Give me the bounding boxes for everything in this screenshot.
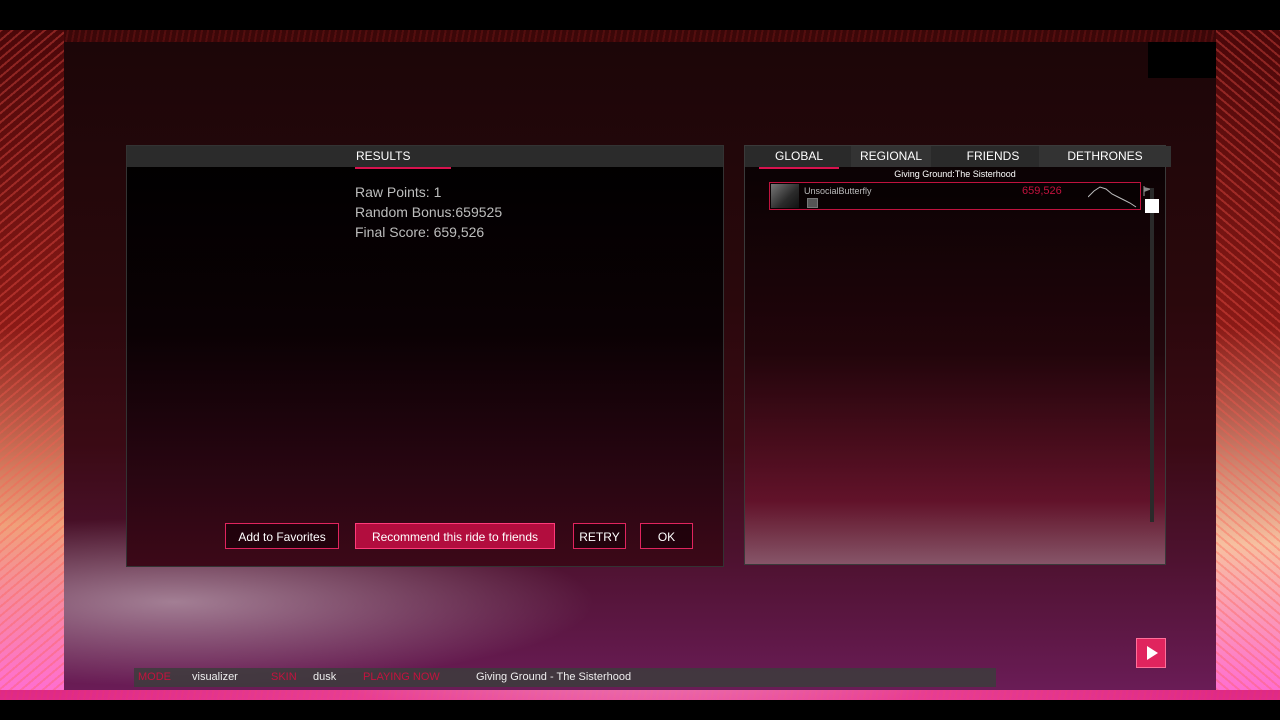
final-score: Final Score: 659,526 [355,224,485,240]
leaderboard-tabs: GLOBAL REGIONAL FRIENDS DETHRONES [745,146,1171,169]
play-icon [1147,646,1158,660]
player-name: UnsocialButterfly [804,186,872,196]
add-to-favorites-button[interactable]: Add to Favorites [225,523,339,549]
skin-value: dusk [313,671,337,683]
raw-points: Raw Points: 1 [355,184,442,200]
player-score: 659,526 [1022,185,1062,197]
results-panel: RESULTS Raw Points: 1 Random Bonus:65952… [126,145,724,567]
playing-now-label: PLAYING NOW [363,671,440,683]
tab-friends[interactable]: FRIENDS [953,146,1033,167]
score-breakdown: Raw Points: 1 Random Bonus:659525 Final … [355,182,502,242]
mode-label: MODE [138,671,171,683]
retry-button[interactable]: RETRY [573,523,626,549]
avatar [771,184,799,208]
leaderboard-song-title: Giving Ground:The Sisterhood [894,169,1016,179]
mode-value: visualizer [192,671,238,683]
leaderboard-entry[interactable]: UnsocialButterfly 659,526 [769,182,1141,210]
background-rays-left [0,30,64,690]
background-rays-right [1216,30,1280,690]
scrollbar-thumb[interactable] [1145,199,1159,213]
corner-box [1148,42,1216,78]
country-flag-icon [807,198,818,208]
tab-results-label: RESULTS [356,149,411,163]
tab-global[interactable]: GLOBAL [759,146,839,169]
tab-dethrones[interactable]: DETHRONES [1039,146,1171,167]
playing-now-value: Giving Ground - The Sisterhood [476,671,632,683]
tab-results[interactable]: RESULTS [355,146,451,169]
ok-button[interactable]: OK [640,523,693,549]
results-header: RESULTS [127,146,723,169]
random-bonus: Random Bonus:659525 [355,204,503,220]
ride-graph-icon [1088,186,1137,208]
status-bar: MODE visualizer SKIN dusk PLAYING NOW Gi… [134,668,996,687]
leaderboard-scrollbar[interactable] [1150,188,1154,522]
play-button[interactable] [1136,638,1166,668]
leaderboard-panel: GLOBAL REGIONAL FRIENDS DETHRONES Giving… [744,145,1171,565]
skin-label: SKIN [271,671,297,683]
recommend-button[interactable]: Recommend this ride to friends [355,523,555,549]
tab-regional[interactable]: REGIONAL [851,146,931,167]
